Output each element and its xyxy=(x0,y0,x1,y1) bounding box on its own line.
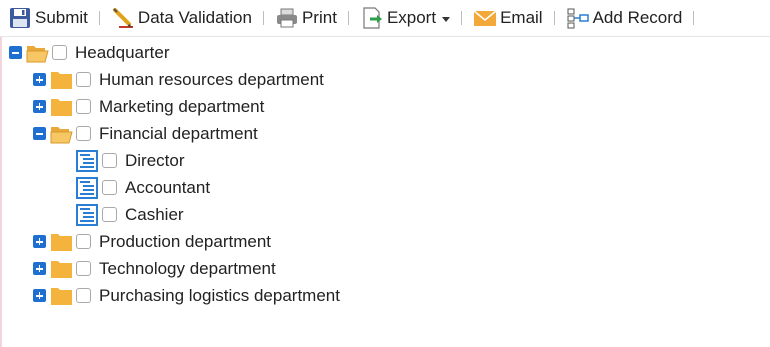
tree-node-technology[interactable]: Technology department xyxy=(33,255,276,282)
expand-toggle[interactable] xyxy=(33,73,46,86)
collapse-toggle[interactable] xyxy=(9,46,22,59)
folder-open-icon xyxy=(26,43,49,63)
tree-node-director[interactable]: Director xyxy=(75,147,185,174)
expand-toggle[interactable] xyxy=(33,289,46,302)
data-validation-label: Data Validation xyxy=(137,8,252,27)
toolbar-separator xyxy=(693,11,695,25)
tree-node-production[interactable]: Production department xyxy=(33,228,271,255)
export-icon xyxy=(360,6,384,30)
tree-node-label[interactable]: Accountant xyxy=(125,178,210,198)
tree-node-headquarter[interactable]: Headquarter xyxy=(9,39,170,66)
add-record-icon xyxy=(566,6,590,30)
checkbox[interactable] xyxy=(102,180,117,195)
tree-node-human-resources[interactable]: Human resources department xyxy=(33,66,324,93)
window-left-edge xyxy=(0,0,2,347)
export-label: Export xyxy=(386,8,437,27)
toolbar-separator xyxy=(553,11,555,25)
tree-node-label[interactable]: Headquarter xyxy=(75,43,170,63)
checkbox[interactable] xyxy=(102,153,117,168)
floppy-disk-icon xyxy=(8,6,32,30)
checkbox[interactable] xyxy=(102,207,117,222)
list-item-icon xyxy=(75,176,99,200)
collapse-toggle[interactable] xyxy=(33,127,46,140)
toolbar-separator xyxy=(98,11,100,25)
folder-icon xyxy=(50,97,73,117)
export-button[interactable]: Export xyxy=(358,4,452,32)
add-record-button[interactable]: Add Record xyxy=(564,4,685,32)
chevron-down-icon[interactable] xyxy=(442,16,451,22)
email-button[interactable]: Email xyxy=(471,4,545,32)
toolbar-separator xyxy=(262,11,264,25)
folder-icon xyxy=(50,286,73,306)
data-validation-button[interactable]: Data Validation xyxy=(109,4,254,32)
tree-node-marketing[interactable]: Marketing department xyxy=(33,93,264,120)
email-label: Email xyxy=(500,8,543,27)
tree-node-purchasing-logistics[interactable]: Purchasing logistics department xyxy=(33,282,340,309)
submit-label: Submit xyxy=(35,8,88,27)
checkbox[interactable] xyxy=(76,288,91,303)
tree-node-label[interactable]: Director xyxy=(125,151,185,171)
checkbox[interactable] xyxy=(52,45,67,60)
print-label: Print xyxy=(301,8,337,27)
tree-node-label[interactable]: Human resources department xyxy=(99,70,324,90)
expand-toggle[interactable] xyxy=(33,262,46,275)
tree-node-accountant[interactable]: Accountant xyxy=(75,174,210,201)
tree-node-cashier[interactable]: Cashier xyxy=(75,201,184,228)
submit-button[interactable]: Submit xyxy=(6,4,90,32)
toolbar-separator xyxy=(461,11,463,25)
tree-node-label[interactable]: Technology department xyxy=(99,259,276,279)
tree-node-label[interactable]: Cashier xyxy=(125,205,184,225)
add-record-label: Add Record xyxy=(592,8,683,27)
toolbar: Submit Data Validation Print Export Emai… xyxy=(0,0,770,37)
list-item-icon xyxy=(75,149,99,173)
toolbar-separator xyxy=(347,11,349,25)
tree-node-label[interactable]: Financial department xyxy=(99,124,258,144)
checkbox[interactable] xyxy=(76,99,91,114)
envelope-icon xyxy=(473,6,497,30)
tree-node-label[interactable]: Marketing department xyxy=(99,97,264,117)
print-button[interactable]: Print xyxy=(273,4,339,32)
list-item-icon xyxy=(75,203,99,227)
printer-icon xyxy=(275,6,299,30)
folder-icon xyxy=(50,259,73,279)
tree-node-label[interactable]: Production department xyxy=(99,232,271,252)
folder-open-icon xyxy=(50,124,73,144)
checkbox[interactable] xyxy=(76,261,91,276)
pencil-icon xyxy=(111,6,135,30)
checkbox[interactable] xyxy=(76,72,91,87)
expand-toggle[interactable] xyxy=(33,235,46,248)
tree-node-label[interactable]: Purchasing logistics department xyxy=(99,286,340,306)
expand-toggle[interactable] xyxy=(33,100,46,113)
folder-icon xyxy=(50,70,73,90)
folder-icon xyxy=(50,232,73,252)
checkbox[interactable] xyxy=(76,234,91,249)
tree-node-financial[interactable]: Financial department xyxy=(33,120,258,147)
checkbox[interactable] xyxy=(76,126,91,141)
